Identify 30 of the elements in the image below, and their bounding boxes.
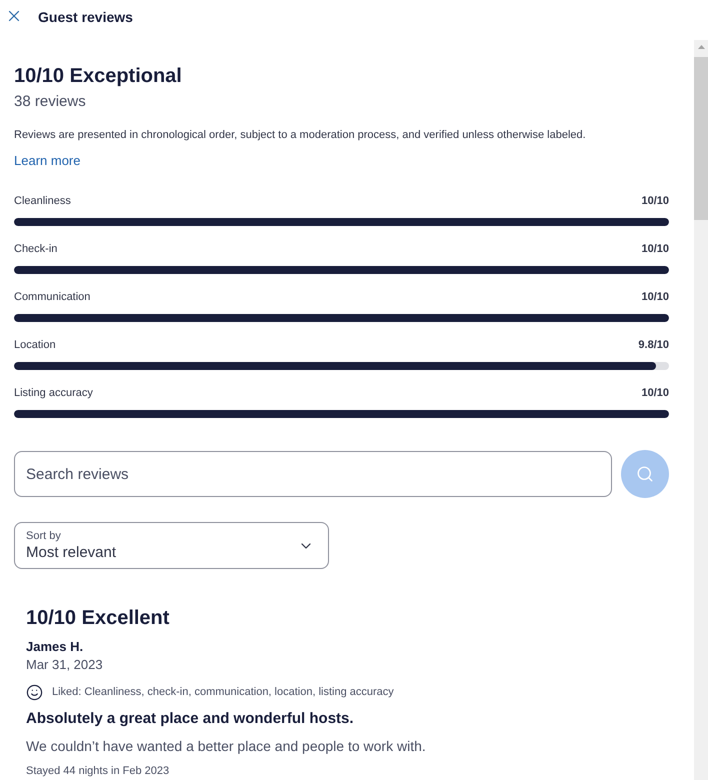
overall-score: 10/10 Exceptional	[14, 64, 183, 89]
search-icon	[636, 465, 654, 483]
learn-more-link[interactable]: Learn more	[14, 152, 80, 170]
rating-label: Communication	[14, 290, 90, 305]
scrollbar[interactable]	[694, 40, 708, 780]
review-score: 10/10 Excellent	[26, 606, 170, 631]
review-text: We couldn’t have wanted a better place and people to work with.	[26, 737, 427, 756]
scroll-up-icon[interactable]	[698, 45, 704, 49]
rating-value: 10/10	[641, 290, 669, 305]
rating-label: Listing accuracy	[14, 386, 93, 401]
review-count: 38 reviews	[14, 92, 87, 112]
rating-value: 10/10	[641, 386, 669, 401]
panel-title: Guest reviews	[38, 8, 133, 26]
rating-label: Cleanliness	[14, 194, 71, 209]
review-title: Absolutely a great place and wonderful hosts.	[26, 709, 355, 729]
rating-value: 10/10	[641, 194, 669, 209]
stay-info: Stayed 44 nights in Feb 2023	[26, 764, 170, 779]
scrollbar-thumb[interactable]	[694, 57, 708, 220]
sort-label: Sort by	[26, 528, 62, 542]
sort-dropdown[interactable]: Sort by Most relevant	[14, 522, 329, 569]
rating-label: Location	[14, 338, 56, 353]
rating-value: 9.8/10	[638, 338, 669, 353]
rating-label: Check-in	[14, 242, 58, 257]
disclaimer-text: Reviews are presented in chronological order, subject to a moderation process, and verified unless otherwise labeled.	[14, 128, 587, 143]
review-date: Mar 31, 2023	[26, 656, 104, 674]
rating-value: 10/10	[641, 242, 669, 257]
liked-text: Liked: Cleanliness, check-in, communication, location, listing accuracy	[52, 685, 394, 700]
reviewer-name: James H.	[26, 638, 84, 656]
smile-icon	[26, 684, 43, 700]
sort-value: Most relevant	[26, 542, 116, 562]
